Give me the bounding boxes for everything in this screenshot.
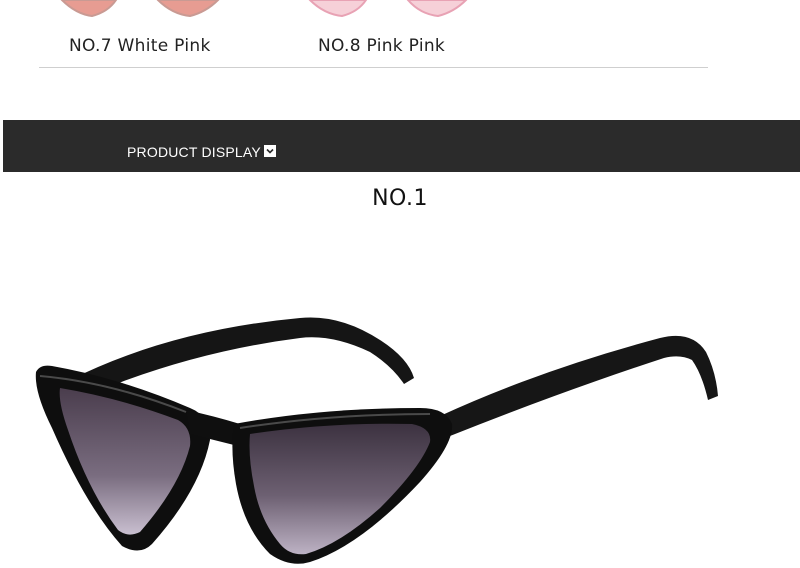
temple-arm-right xyxy=(440,335,718,436)
lens-right xyxy=(156,0,220,18)
product-number-title: NO.1 xyxy=(372,186,428,211)
lens-right xyxy=(406,0,468,18)
variant-strip: NO.7 White Pink NO.8 Pink Pink xyxy=(0,0,800,70)
chevron-down-icon xyxy=(264,145,276,157)
lens-left xyxy=(308,0,368,18)
section-divider xyxy=(39,67,708,68)
lens-left xyxy=(60,0,118,18)
banner-title: PRODUCT DISPLAY xyxy=(127,144,261,160)
variant-label-no7: NO.7 White Pink xyxy=(69,36,211,56)
sunglasses-product-image xyxy=(35,317,718,564)
variant-thumbnail-no8[interactable] xyxy=(304,0,474,20)
variant-thumbnail-no7[interactable] xyxy=(58,0,228,20)
variant-label-no8: NO.8 Pink Pink xyxy=(318,36,446,56)
product-display-banner: PRODUCT DISPLAY xyxy=(3,120,800,172)
